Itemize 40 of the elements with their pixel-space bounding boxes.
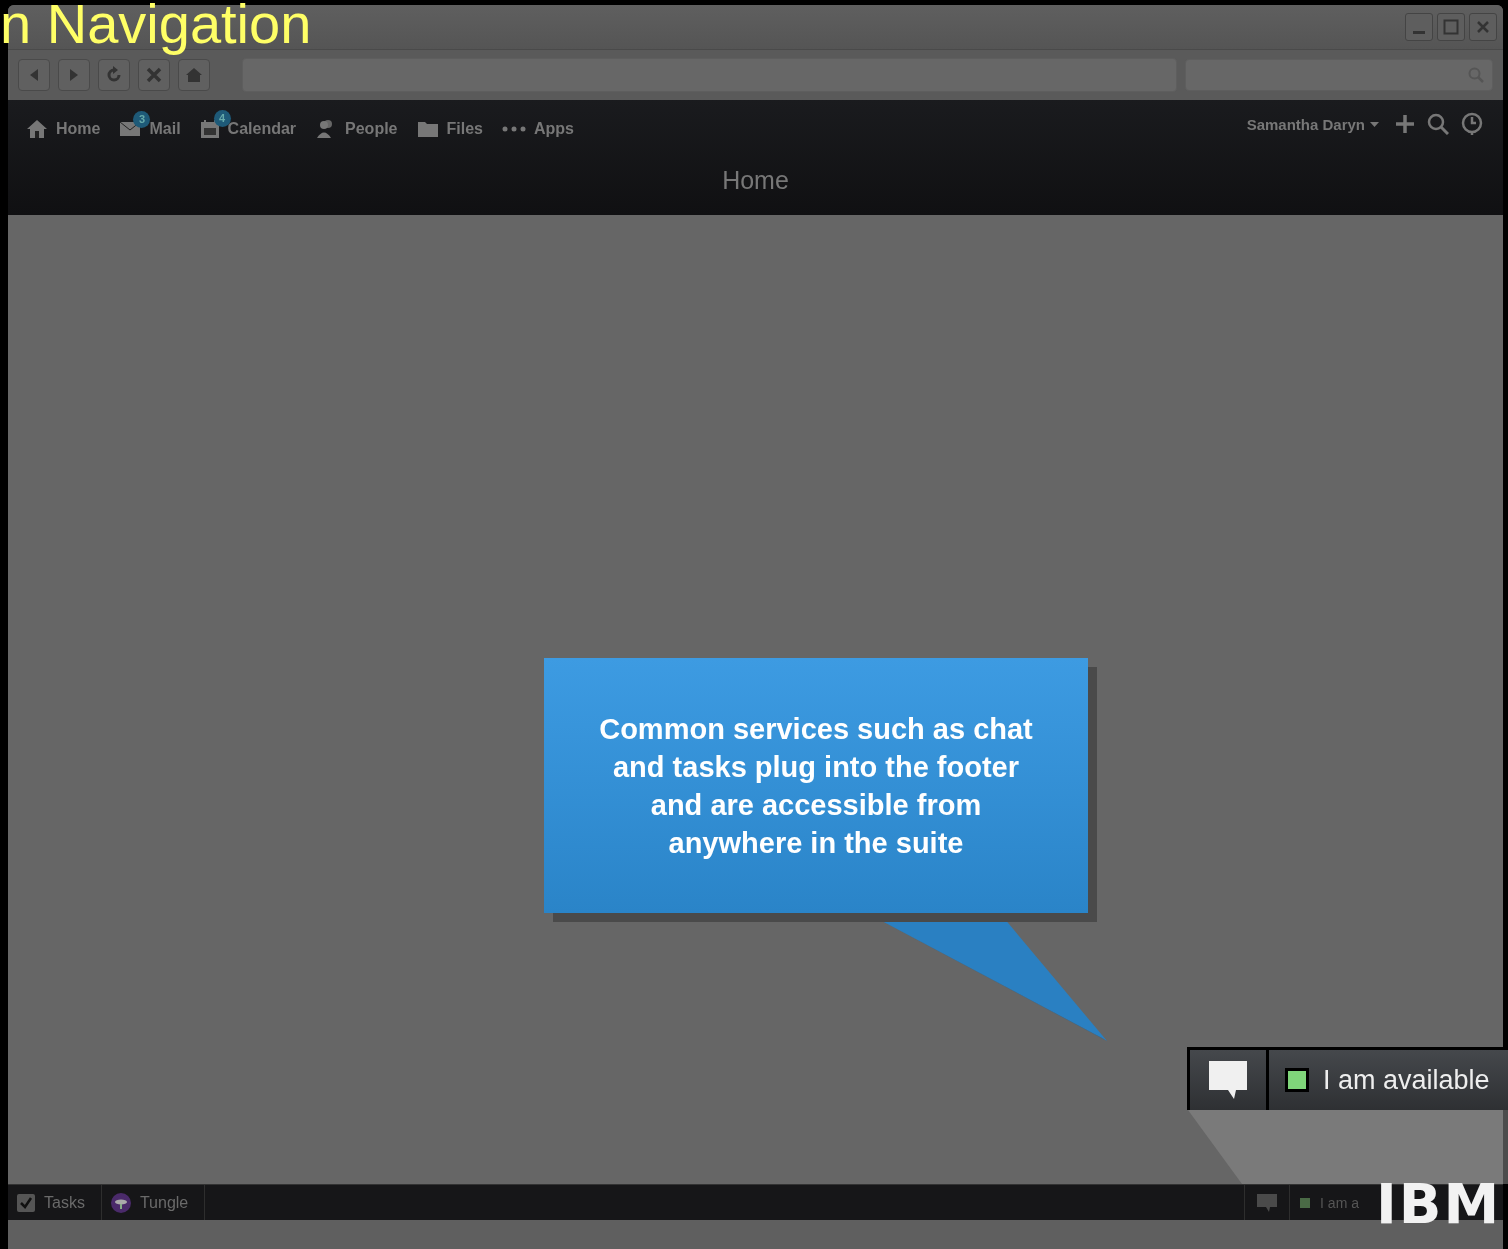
folder-icon	[416, 119, 439, 138]
minimize-icon	[1413, 31, 1425, 34]
nav-link[interactable]: Home	[26, 109, 101, 139]
forward-button[interactable]	[58, 59, 90, 91]
calendar-icon	[199, 118, 220, 139]
reload-button[interactable]	[98, 59, 130, 91]
maximize-button[interactable]	[1437, 13, 1465, 41]
nav-link[interactable]: Apps	[502, 110, 574, 138]
reload-icon	[105, 66, 123, 84]
home-button[interactable]	[178, 59, 210, 91]
plus-icon[interactable]	[1395, 114, 1415, 134]
logo: IBM	[1376, 1176, 1502, 1232]
user-menu[interactable]: Samantha Daryn	[1246, 115, 1379, 133]
home-icon	[185, 67, 203, 83]
forward-icon	[68, 68, 80, 82]
close-icon	[1476, 20, 1490, 34]
globe-icon	[109, 1191, 132, 1214]
status-square-icon	[1285, 1068, 1309, 1092]
minimize-button[interactable]	[1405, 13, 1433, 41]
close-button[interactable]	[1469, 13, 1497, 41]
count-badge: 3	[133, 110, 151, 128]
checkbox-icon	[16, 1192, 36, 1213]
slide-title: n Navigation	[0, 0, 312, 56]
caret-icon	[1370, 121, 1379, 127]
stop-icon	[146, 67, 162, 83]
nav-link[interactable]: Files	[416, 110, 483, 138]
page-title: Home	[721, 166, 790, 195]
chat-icon	[1208, 1060, 1248, 1100]
back-button[interactable]	[18, 59, 50, 91]
maximize-icon	[1443, 19, 1459, 35]
clock-icon[interactable]	[1461, 112, 1483, 136]
dots-icon	[502, 125, 526, 132]
chat-icon[interactable]	[1256, 1192, 1279, 1213]
status-label: I am available	[1323, 1064, 1490, 1096]
back-icon	[28, 68, 40, 82]
stop-button[interactable]	[138, 59, 170, 91]
nav-link[interactable]: 3 Mail	[119, 110, 181, 138]
nav-link[interactable]: People	[315, 109, 398, 139]
house-icon	[26, 118, 48, 139]
search-icon[interactable]	[1427, 113, 1449, 135]
